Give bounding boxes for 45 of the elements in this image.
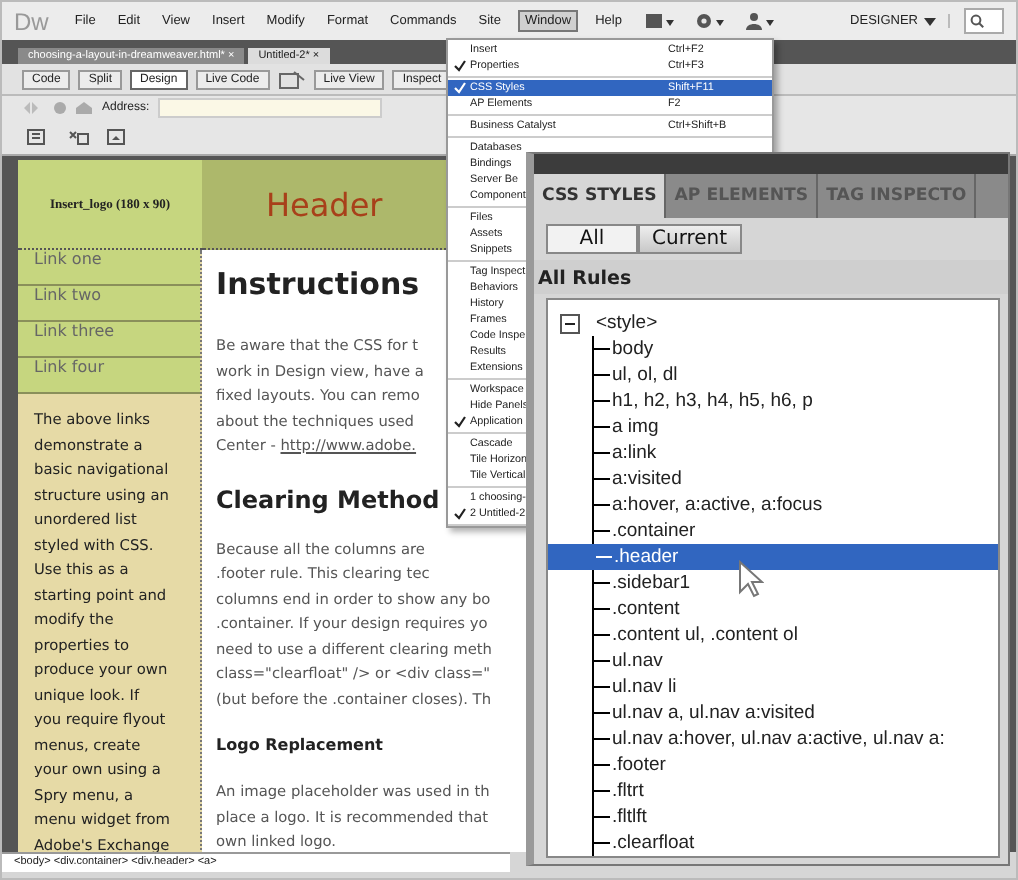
content-heading: Instructions	[216, 266, 420, 302]
inspect-icon[interactable]	[277, 69, 306, 89]
view-toggle[interactable]: All	[546, 224, 638, 254]
layout-icon[interactable]	[643, 12, 676, 30]
nav-link[interactable]: Link three	[18, 322, 200, 358]
css-rule[interactable]: body	[592, 336, 998, 362]
pointer-icon	[738, 560, 764, 598]
css-rule[interactable]: .sidebar1	[592, 570, 998, 596]
css-rule[interactable]: .fltrt	[592, 778, 998, 804]
search-icon	[970, 14, 984, 28]
tree-node[interactable]: <style>	[596, 310, 658, 336]
css-rule[interactable]: .footer	[592, 752, 998, 778]
css-rule[interactable]: ul, ol, dl	[592, 362, 998, 388]
address-field[interactable]	[157, 98, 382, 118]
css-rule[interactable]: .fltlft	[592, 804, 998, 830]
panel-tab[interactable]: CSS STYLES	[534, 174, 667, 218]
search-field[interactable]	[964, 8, 1004, 34]
css-rule[interactable]: a img	[592, 414, 998, 440]
gear-icon[interactable]	[693, 12, 726, 30]
css-rule[interactable]: .container	[592, 518, 998, 544]
css-rule[interactable]: ul.nav li	[592, 674, 998, 700]
css-rule[interactable]: ul.nav a:hover, ul.nav a:active, ul.nav a:	[592, 726, 998, 752]
app-logo: Dw	[14, 7, 49, 35]
css-rule[interactable]: ul.nav	[592, 648, 998, 674]
section-heading: Clearing Method	[216, 485, 440, 513]
css-rule[interactable]: a:visited	[592, 466, 998, 492]
css-rule[interactable]: a:hover, a:active, a:focus	[592, 492, 998, 518]
caret-icon	[924, 17, 936, 25]
css-rule[interactable]: .content	[592, 596, 998, 622]
css-rule[interactable]: .clearfloat	[592, 830, 998, 856]
view-toggle[interactable]: Current	[638, 224, 742, 254]
user-icon[interactable]	[743, 12, 776, 30]
document-icon[interactable]	[26, 128, 50, 146]
image-icon[interactable]	[106, 128, 130, 146]
nav-link[interactable]: Link four	[18, 358, 200, 394]
collapse-icon[interactable]	[560, 313, 580, 333]
css-rule[interactable]: a:link	[592, 440, 998, 466]
section-title: All Rules	[534, 260, 1008, 294]
nav-link[interactable]: Link one	[18, 250, 200, 286]
css-rule[interactable]: ul.nav a, ul.nav a:visited	[592, 700, 998, 726]
asterisk-icon[interactable]	[66, 128, 90, 146]
section-heading: Logo Replacement	[216, 736, 384, 754]
css-rule[interactable]: .content ul, .content ol	[592, 622, 998, 648]
nav-link[interactable]: Link two	[18, 286, 200, 322]
css-rule[interactable]: h1, h2, h3, h4, h5, h6, p	[592, 388, 998, 414]
